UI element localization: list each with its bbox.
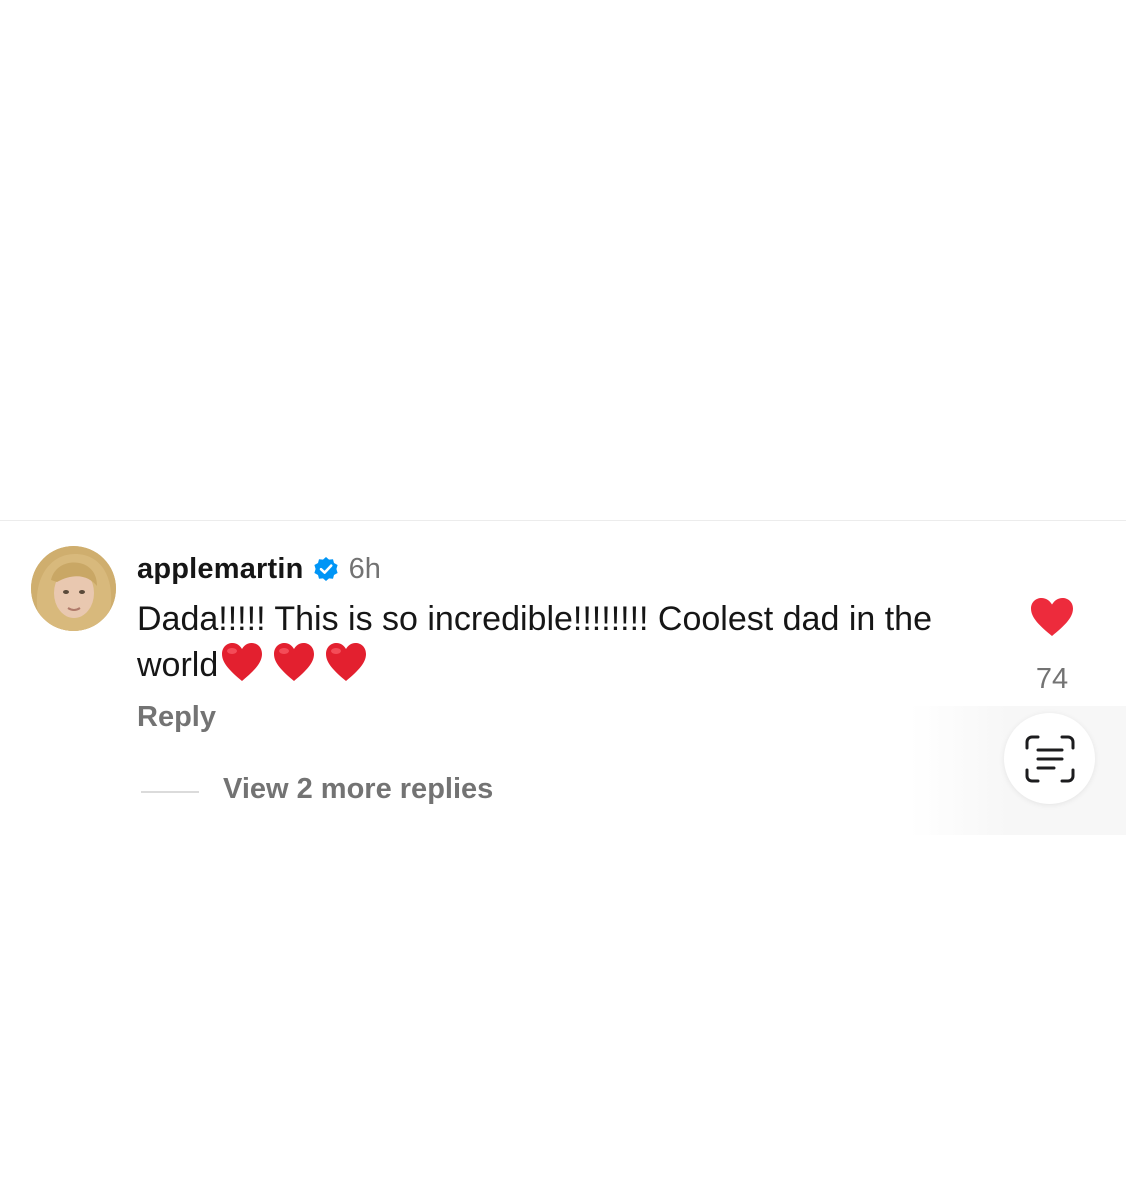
text-scan-button[interactable]	[1004, 713, 1095, 804]
username[interactable]: applemartin	[137, 553, 304, 586]
comment-body: Dada!!!!! This is so incredible!!!!!!!! …	[137, 598, 997, 687]
red-heart-emoji-icon	[326, 643, 367, 681]
red-heart-emoji-icon	[222, 643, 263, 681]
like-count: 74	[1035, 663, 1069, 695]
timestamp: 6h	[348, 552, 381, 585]
view-replies-button[interactable]: View 2 more replies	[223, 773, 493, 806]
replies-line	[141, 791, 199, 793]
text-scan-icon	[1025, 735, 1074, 782]
red-heart-emoji-icon	[274, 643, 315, 681]
reply-button[interactable]: Reply	[137, 701, 216, 734]
verified-badge-icon	[313, 556, 339, 582]
emoji-hearts	[220, 641, 376, 683]
avatar[interactable]	[31, 546, 116, 631]
comment-header: applemartin 6h	[137, 549, 381, 589]
comment: applemartin 6h Dada!!!!! This is so incr…	[0, 521, 1126, 835]
heart-icon[interactable]	[1028, 595, 1076, 639]
